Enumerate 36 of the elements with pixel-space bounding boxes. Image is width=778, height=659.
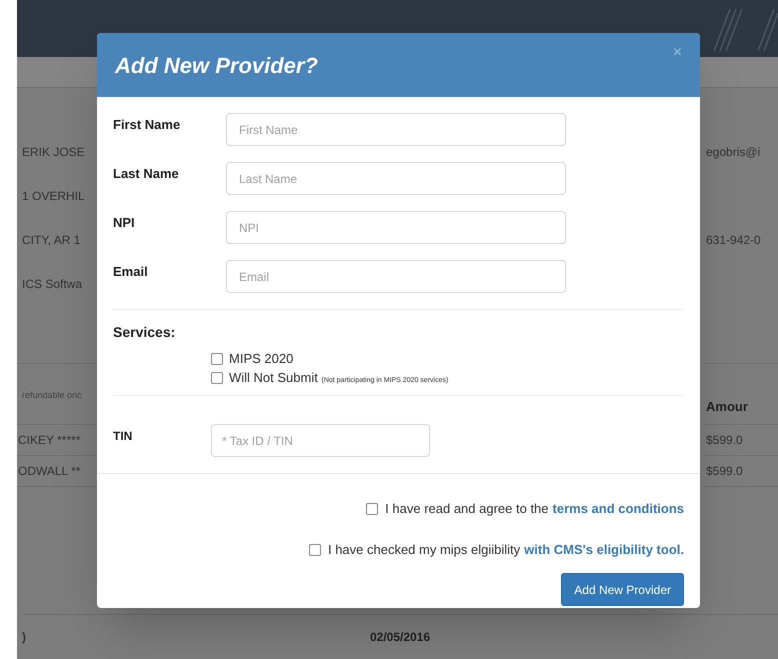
agreement-text: I have checked my mips elgiibility [328, 541, 520, 560]
note-text: refundable onc [22, 389, 82, 402]
detail-text: 1 OVERHIL [22, 188, 85, 205]
checkbox[interactable] [211, 372, 223, 384]
add-provider-button[interactable]: Add New Provider [561, 573, 684, 606]
section-label: Services: [113, 323, 176, 342]
checkbox[interactable] [308, 544, 321, 556]
agreement-text: I have read and agree to the [385, 500, 549, 518]
text-field[interactable]: * Tax ID / TIN [211, 424, 430, 457]
field-label: First Name [113, 116, 182, 134]
detail-text: ICS Softwa [22, 276, 82, 293]
column-header: Amour [706, 398, 748, 416]
link[interactable]: terms and conditions [552, 499, 684, 519]
detail-text: ERIK JOSE [22, 144, 85, 161]
text-field[interactable]: Last Name [226, 162, 566, 195]
field-label: Last Name [113, 164, 180, 183]
table-cell-text: CIKEY ***** [18, 432, 80, 449]
dialog-title: Add New Provider? [115, 52, 318, 80]
table-cell-text: ODWALL ** [18, 463, 80, 480]
email-text: egobris@i [706, 144, 760, 161]
checkbox[interactable] [366, 503, 378, 515]
table-cell-text: ) [22, 629, 26, 646]
link[interactable]: with CMS's eligibility tool. [524, 540, 684, 560]
checkbox[interactable] [211, 352, 223, 364]
field-label: Email [113, 262, 149, 281]
date-cell-text: 02/05/2016 [370, 629, 430, 646]
text-field[interactable]: Email [226, 260, 566, 293]
field-label: TIN [113, 428, 134, 444]
phone-text: 631-942-0 [706, 232, 761, 249]
checkbox-label: MIPS 2020 [229, 350, 294, 368]
field-label: NPI [113, 214, 136, 232]
text-field[interactable]: NPI [226, 211, 566, 244]
text-field[interactable]: First Name [226, 113, 566, 146]
table-cell-text: $599.0 [706, 463, 743, 480]
detail-text: CITY, AR 1 [22, 232, 80, 249]
table-cell-text: $599.0 [706, 432, 743, 449]
